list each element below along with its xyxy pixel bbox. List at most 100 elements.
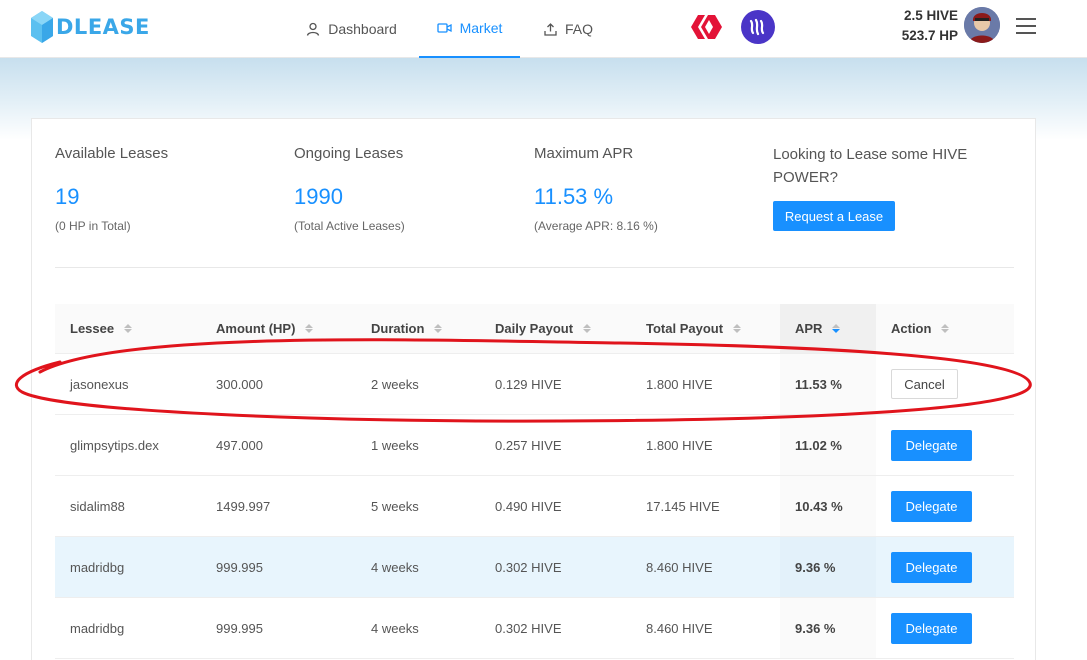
hive-chain-icon[interactable] [688,9,724,45]
cell-total-payout: 8.460 HIVE [646,559,713,575]
hp-balance: 523.7 HP [901,28,958,43]
lease-cta: Looking to Lease some HIVE POWER? Reques… [773,143,993,231]
stat-sub: (Total Active Leases) [294,219,405,233]
avatar[interactable] [964,7,1000,43]
delegate-button[interactable]: Delegate [891,612,972,644]
table-row: jasonexus 300.000 2 weeks 0.129 HIVE 1.8… [55,354,1014,415]
cell-total-payout: 8.460 HIVE [646,620,713,636]
nav-market-label: Market [459,20,503,36]
stat-title: Available Leases [55,145,169,162]
cell-duration: 4 weeks [371,620,419,636]
top-header: DLEASE Dashboard Market FAQ 2.5 HIVE 523… [0,0,1087,58]
delegate-button[interactable]: Delegate [891,490,972,522]
cell-apr: 11.53 % [780,354,876,414]
delegate-button[interactable]: Delegate [891,429,972,461]
divider [55,267,1014,268]
user-icon [307,22,320,36]
sort-icon [305,324,314,333]
cell-lessee: jasonexus [70,376,129,392]
col-apr[interactable]: APR [780,304,876,353]
col-label: APR [795,321,823,336]
dlease-logo[interactable]: DLEASE [30,10,150,44]
cell-amount: 999.995 [216,620,263,636]
cell-amount: 1499.997 [216,498,271,514]
cell-apr: 9.36 % [780,598,876,658]
delegate-button[interactable]: Delegate [891,551,972,583]
table-row: madridbg 999.995 4 weeks 0.302 HIVE 8.46… [55,537,1014,598]
stat-available-leases: Available Leases 19 (0 HP in Total) [55,143,168,234]
cell-duration: 5 weeks [371,498,419,514]
nav-faq[interactable]: FAQ [520,0,617,58]
col-daily-payout[interactable]: Daily Payout [480,304,631,353]
col-label: Duration [371,321,425,336]
stat-value: 1990 [294,184,343,209]
cell-apr: 11.02 % [780,415,876,475]
stat-title: Ongoing Leases [294,145,404,162]
market-card: Available Leases 19 (0 HP in Total) Ongo… [31,118,1036,660]
cell-apr: 9.36 % [780,537,876,597]
logo-text: DLEASE [56,15,150,39]
cancel-button[interactable]: Cancel [891,369,958,399]
main-nav: Dashboard Market FAQ [284,0,617,58]
col-label: Daily Payout [495,321,574,336]
cell-lessee: madridbg [70,620,125,636]
lease-cta-title: Looking to Lease some HIVE POWER? [773,146,968,186]
wallet-balances: 2.5 HIVE 523.7 HP [858,6,958,46]
stat-value: 19 [55,184,80,209]
col-amount[interactable]: Amount (HP) [201,304,356,353]
request-lease-button[interactable]: Request a Lease [773,201,895,231]
col-action[interactable]: Action [876,304,1014,353]
steem-chain-icon[interactable] [740,9,776,45]
col-lessee[interactable]: Lessee [55,304,201,353]
cell-action: Cancel [876,354,1014,414]
stat-sub: (Average APR: 8.16 %) [534,219,658,233]
col-label: Lessee [70,321,115,336]
sort-icon [941,324,950,333]
cell-duration: 4 weeks [371,559,419,575]
stat-ongoing-leases: Ongoing Leases 1990 (Total Active Leases… [294,143,405,234]
col-label: Total Payout [646,321,724,336]
cell-daily-payout: 0.129 HIVE [495,376,562,392]
stat-title: Maximum APR [534,145,634,162]
cell-daily-payout: 0.302 HIVE [495,559,562,575]
sort-desc-icon [832,324,841,333]
table-header: Lessee Amount (HP) Duration Daily Payout… [55,304,1014,354]
cell-duration: 1 weeks [371,437,419,453]
cell-daily-payout: 0.257 HIVE [495,437,562,453]
video-icon [436,23,452,33]
cell-daily-payout: 0.490 HIVE [495,498,562,514]
stat-maximum-apr: Maximum APR 11.53 % (Average APR: 8.16 %… [534,143,658,234]
stat-value: 11.53 % [534,184,614,209]
nav-faq-label: FAQ [564,21,593,37]
sort-icon [583,324,592,333]
cell-amount: 999.995 [216,559,263,575]
cell-lessee: sidalim88 [70,498,125,514]
table-row: sidalim88 1499.997 5 weeks 0.490 HIVE 17… [55,476,1014,537]
cell-total-payout: 1.800 HIVE [646,437,713,453]
nav-dashboard-label: Dashboard [328,21,397,37]
avatar-image-icon [964,7,1000,43]
col-duration[interactable]: Duration [356,304,480,353]
dlease-logo-icon [31,11,53,43]
cell-daily-payout: 0.302 HIVE [495,620,562,636]
hamburger-menu-icon[interactable] [1015,16,1037,36]
col-label: Amount (HP) [216,321,296,336]
col-total-payout[interactable]: Total Payout [631,304,780,353]
cell-action: Delegate [876,598,1014,658]
hive-balance: 2.5 HIVE [903,8,958,23]
cell-duration: 2 weeks [371,376,419,392]
sort-icon [434,324,443,333]
table-row: glimpsytips.dex 497.000 1 weeks 0.257 HI… [55,415,1014,476]
cell-lessee: madridbg [70,559,125,575]
cell-amount: 300.000 [216,376,263,392]
sort-icon [733,324,742,333]
cell-lessee: glimpsytips.dex [70,437,159,453]
cell-total-payout: 17.145 HIVE [646,498,720,514]
col-label: Action [891,321,932,336]
cell-action: Delegate [876,476,1014,536]
nav-dashboard[interactable]: Dashboard [284,0,419,58]
export-icon [544,22,557,36]
nav-market[interactable]: Market [419,0,520,58]
cell-apr: 10.43 % [780,476,876,536]
stat-sub: (0 HP in Total) [55,219,131,233]
